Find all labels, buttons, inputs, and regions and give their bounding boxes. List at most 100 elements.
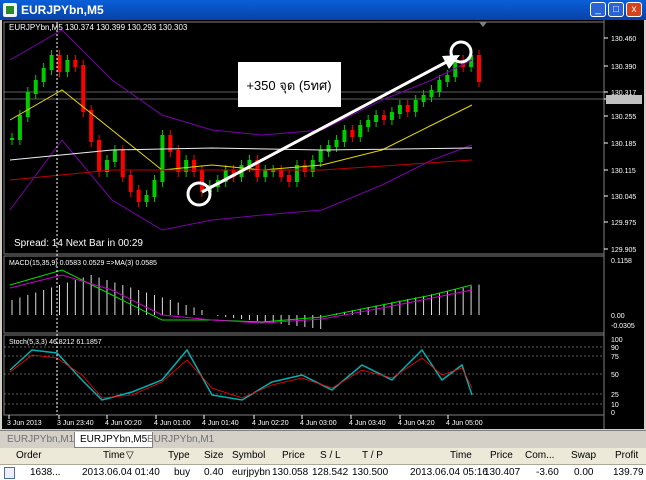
col-sl[interactable]: S / L	[320, 450, 341, 461]
candle-body	[413, 100, 418, 112]
candle-body	[152, 180, 157, 197]
candle-body	[279, 170, 284, 177]
candle-body	[112, 150, 117, 162]
sort-arrow-icon: ▽	[126, 450, 134, 461]
candle-body	[287, 175, 292, 182]
candle-body	[437, 80, 442, 92]
macd-tick-label: 0.00	[611, 313, 625, 320]
chart-shift-marker	[479, 22, 487, 27]
col-price[interactable]: Price	[282, 450, 305, 461]
candle-body	[405, 105, 410, 112]
candle-body	[160, 135, 165, 182]
price-tick-label: 130.045	[611, 194, 636, 201]
price-tick-label: 130.390	[611, 64, 636, 71]
table-row[interactable]: 1638... 2013.06.04 01:40 buy 0.40 eurjpy…	[0, 465, 646, 480]
col-type[interactable]: Type	[168, 450, 190, 461]
macd-signal-line	[9, 274, 473, 324]
col-order[interactable]: Order	[16, 450, 42, 461]
stoch-tick-label: 50	[611, 372, 619, 379]
candle-body	[263, 170, 268, 177]
time-tick-label: 4 Jun 03:00	[300, 420, 337, 427]
chart-tab-bar: EURJPYbn,M15 EURJPYbn,M5 EURJPYbn,M1	[0, 430, 646, 448]
candle-body	[73, 60, 78, 67]
col-tp[interactable]: T / P	[362, 450, 383, 461]
tab-eurjpybn-m1[interactable]: EURJPYbn,M1	[142, 432, 219, 447]
candle-body	[144, 195, 149, 202]
cell-size: 0.40	[204, 467, 224, 478]
chart-area[interactable]: 130.460130.390130.317130.303130.255130.1…	[2, 20, 644, 429]
macd-line	[9, 269, 473, 323]
title-bar: EURJPYbn,M5 _ □ x	[0, 0, 646, 20]
maximize-button[interactable]: □	[608, 2, 624, 17]
price-tick-label: 130.185	[611, 141, 636, 148]
price-tick-label: 130.115	[611, 168, 636, 175]
col-profit[interactable]: Profit	[615, 450, 638, 461]
time-tick-label: 3 Jun 2013	[7, 420, 42, 427]
time-tick-label: 4 Jun 03:40	[349, 420, 386, 427]
col-close-price[interactable]: Price	[490, 450, 513, 461]
cell-close-time: 2013.06.04 05:16	[410, 467, 488, 478]
time-tick-label: 4 Jun 05:00	[446, 420, 483, 427]
candle-body	[199, 170, 204, 192]
macd-tick-label: -0.0305	[611, 323, 635, 330]
cell-symbol: eurjpybn	[232, 467, 271, 478]
current-price-highlight	[606, 95, 642, 104]
stoch-main-line	[9, 348, 473, 401]
col-time[interactable]: Time	[103, 450, 125, 461]
time-tick-label: 4 Jun 04:20	[398, 420, 435, 427]
cell-swap: 0.00	[574, 467, 594, 478]
candle-body	[25, 92, 30, 117]
candle-body	[421, 95, 426, 102]
candle-body	[10, 138, 14, 140]
candle-body	[318, 150, 323, 162]
cell-type: buy	[174, 467, 191, 478]
candle-body	[49, 55, 54, 70]
annotation-text: +350 จุด (5ทศ)	[246, 78, 331, 94]
candle-body	[334, 140, 339, 147]
close-button[interactable]: x	[626, 2, 642, 17]
candle-body	[374, 115, 379, 122]
candle-body	[136, 190, 141, 202]
col-swap[interactable]: Swap	[571, 450, 596, 461]
cell-time: 2013.06.04 01:40	[82, 467, 160, 478]
price-tick-label: 130.255	[611, 114, 636, 121]
candle-body	[41, 68, 46, 82]
entry-circle-marker	[186, 181, 212, 207]
candle-body	[168, 135, 173, 152]
window-title: EURJPYbn,M5	[21, 3, 104, 17]
time-tick-label: 4 Jun 01:00	[154, 420, 191, 427]
stoch-tick-label: 100	[611, 337, 623, 344]
candle-body	[342, 130, 347, 142]
time-tick-label: 3 Jun 23:40	[57, 420, 94, 427]
col-commission[interactable]: Com...	[525, 450, 554, 461]
candle-body	[326, 145, 331, 152]
price-tick-label: 129.905	[611, 247, 636, 254]
candle-body	[358, 125, 363, 137]
tab-eurjpybn-m15[interactable]: EURJPYbn,M15	[2, 432, 85, 447]
macd-tick-label: 0.1158	[611, 258, 632, 265]
candle-body	[17, 115, 22, 140]
candle-body	[128, 175, 133, 192]
stoch-tick-label: 90	[611, 345, 619, 352]
time-tick-label: 4 Jun 00:20	[105, 420, 142, 427]
symbol-header: EURJPYbn,M5 130.374 130.399 130.293 130.…	[9, 23, 188, 32]
time-tick-label: 4 Jun 02:20	[252, 420, 289, 427]
minimize-button[interactable]: _	[590, 2, 606, 17]
candle-body	[366, 120, 371, 127]
col-symbol[interactable]: Symbol	[232, 450, 265, 461]
candle-body	[120, 150, 125, 177]
macd-label: MACD(15,35,9) 0.0583 0.0529 =>MA(3) 0.05…	[9, 260, 157, 267]
exit-circle-marker	[449, 40, 473, 64]
order-icon	[4, 467, 15, 479]
col-close-time[interactable]: Time	[450, 450, 472, 461]
candle-body	[429, 90, 434, 97]
stoch-tick-label: 25	[611, 392, 619, 399]
price-tick-label: 129.975	[611, 220, 636, 227]
table-header: Order Time ▽ Type Size Symbol Price S / …	[0, 448, 646, 465]
col-size[interactable]: Size	[204, 450, 223, 461]
candle-body	[65, 60, 70, 72]
candle-body	[350, 130, 355, 137]
cell-profit: 139.79	[613, 467, 644, 478]
cell-order: 1638...	[30, 467, 61, 478]
candle-body	[57, 55, 62, 72]
